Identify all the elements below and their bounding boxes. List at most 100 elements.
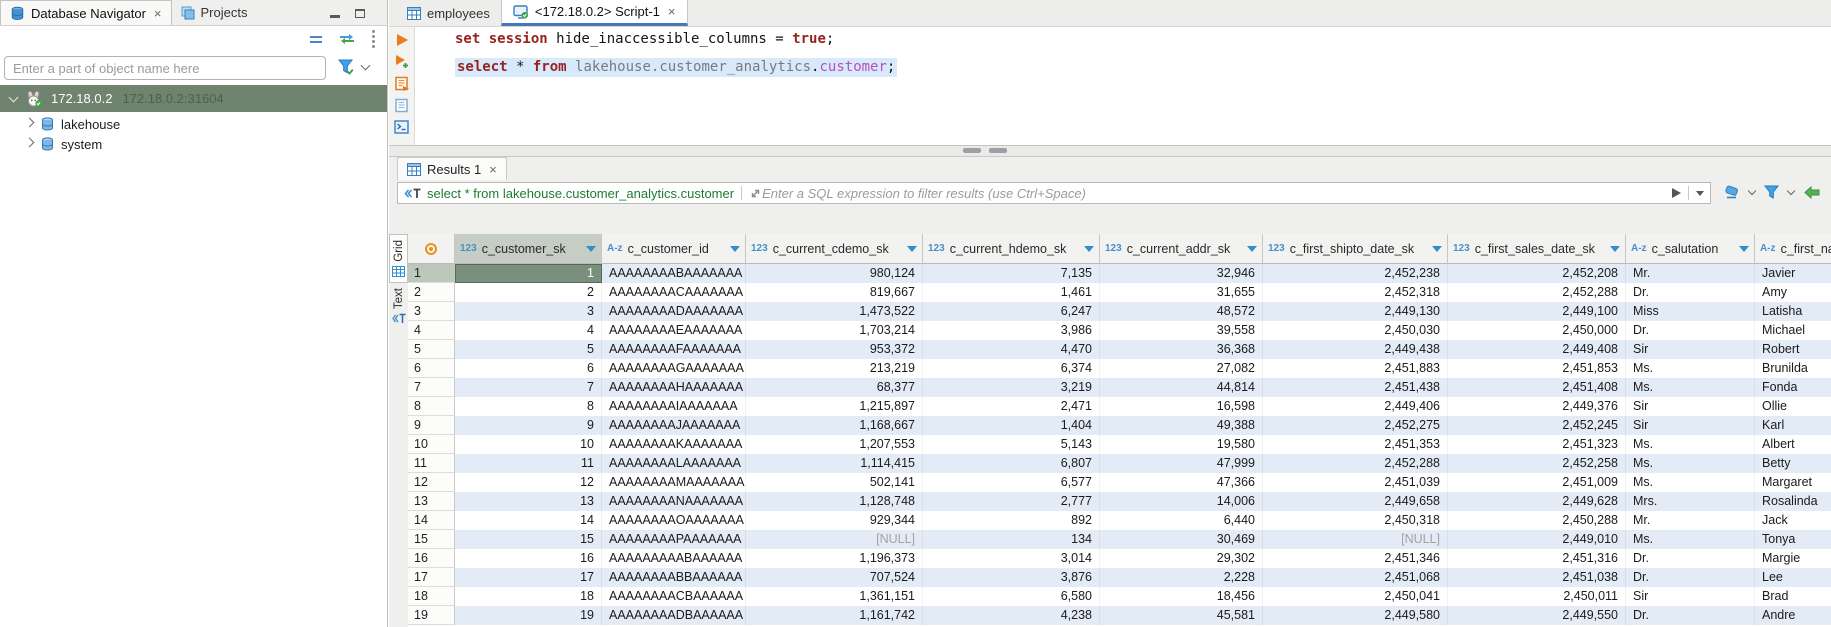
table-cell[interactable]: 1,404: [923, 416, 1100, 435]
chevron-expanded-icon[interactable]: [9, 92, 19, 102]
column-header-c_current_cdemo_sk[interactable]: 123c_current_cdemo_sk: [746, 234, 923, 264]
table-cell[interactable]: 1,207,553: [746, 435, 923, 454]
column-dropdown-icon[interactable]: [586, 246, 596, 252]
apply-filter-play-icon[interactable]: [1672, 188, 1681, 198]
table-cell[interactable]: 6,440: [1100, 511, 1263, 530]
table-cell[interactable]: Ms.: [1626, 530, 1755, 549]
table-cell[interactable]: 3,014: [923, 549, 1100, 568]
table-cell[interactable]: 1,168,667: [746, 416, 923, 435]
table-cell[interactable]: 27,082: [1100, 359, 1263, 378]
table-cell[interactable]: Dr.: [1626, 283, 1755, 302]
table-cell[interactable]: Ms.: [1626, 378, 1755, 397]
close-icon[interactable]: ×: [489, 162, 497, 177]
table-cell[interactable]: Lee: [1755, 568, 1831, 587]
table-cell[interactable]: 2,449,010: [1448, 530, 1626, 549]
table-cell[interactable]: AAAAAAAADBAAAAAA: [602, 606, 746, 625]
table-cell[interactable]: 2,449,628: [1448, 492, 1626, 511]
table-cell[interactable]: 4,470: [923, 340, 1100, 359]
table-cell[interactable]: Javier: [1755, 264, 1831, 283]
table-cell[interactable]: 44,814: [1100, 378, 1263, 397]
table-cell[interactable]: Brunilda: [1755, 359, 1831, 378]
table-cell[interactable]: 1,128,748: [746, 492, 923, 511]
table-cell[interactable]: 2,452,275: [1263, 416, 1448, 435]
table-cell[interactable]: 707,524: [746, 568, 923, 587]
table-cell[interactable]: Ollie: [1755, 397, 1831, 416]
row-number-cell[interactable]: 15: [408, 530, 455, 549]
table-cell[interactable]: AAAAAAAAJAAAAAAA: [602, 416, 746, 435]
table-cell[interactable]: 8: [455, 397, 602, 416]
sql-code[interactable]: set session hide_inaccessible_columns = …: [415, 27, 1831, 145]
table-cell[interactable]: [NULL]: [746, 530, 923, 549]
minimize-icon[interactable]: [330, 15, 340, 18]
table-cell[interactable]: 929,344: [746, 511, 923, 530]
table-cell[interactable]: 36,368: [1100, 340, 1263, 359]
row-number-cell[interactable]: 6: [408, 359, 455, 378]
table-cell[interactable]: 16: [455, 549, 602, 568]
row-number-cell[interactable]: 9: [408, 416, 455, 435]
table-cell[interactable]: 48,572: [1100, 302, 1263, 321]
table-cell[interactable]: 3,986: [923, 321, 1100, 340]
table-cell[interactable]: 2,451,316: [1448, 549, 1626, 568]
table-cell[interactable]: 213,219: [746, 359, 923, 378]
table-cell[interactable]: AAAAAAAAPAAAAAAA: [602, 530, 746, 549]
table-cell[interactable]: 2,452,208: [1448, 264, 1626, 283]
table-cell[interactable]: Sir: [1626, 416, 1755, 435]
table-cell[interactable]: 5: [455, 340, 602, 359]
row-number-cell[interactable]: 10: [408, 435, 455, 454]
row-number-cell[interactable]: 18: [408, 587, 455, 606]
table-cell[interactable]: 1: [455, 264, 602, 283]
table-cell[interactable]: Mr.: [1626, 511, 1755, 530]
sql-code-line[interactable]: select * from lakehouse.customer_analyti…: [455, 59, 897, 75]
link-with-editor-icon[interactable]: [339, 33, 355, 45]
table-cell[interactable]: 5,143: [923, 435, 1100, 454]
table-cell[interactable]: Dr.: [1626, 321, 1755, 340]
table-cell[interactable]: 2,449,580: [1263, 606, 1448, 625]
table-cell[interactable]: 1,461: [923, 283, 1100, 302]
table-cell[interactable]: 6,247: [923, 302, 1100, 321]
execute-new-tab-icon[interactable]: [394, 54, 409, 69]
table-cell[interactable]: 2,450,288: [1448, 511, 1626, 530]
table-cell[interactable]: 10: [455, 435, 602, 454]
table-cell[interactable]: 1,703,214: [746, 321, 923, 340]
tab-employees[interactable]: employees: [396, 0, 501, 26]
table-cell[interactable]: Margie: [1755, 549, 1831, 568]
table-cell[interactable]: 19,580: [1100, 435, 1263, 454]
table-cell[interactable]: 2,449,376: [1448, 397, 1626, 416]
table-cell[interactable]: Sir: [1626, 397, 1755, 416]
table-cell[interactable]: 2,449,130: [1263, 302, 1448, 321]
table-cell[interactable]: Andre: [1755, 606, 1831, 625]
row-number-cell[interactable]: 16: [408, 549, 455, 568]
table-cell[interactable]: AAAAAAAADAAAAAAA: [602, 302, 746, 321]
table-cell[interactable]: 1,215,897: [746, 397, 923, 416]
column-header-c_customer_sk[interactable]: 123c_customer_sk: [455, 234, 602, 264]
table-cell[interactable]: 32,946: [1100, 264, 1263, 283]
table-cell[interactable]: 7,135: [923, 264, 1100, 283]
chevron-collapsed-icon[interactable]: [25, 118, 35, 128]
table-cell[interactable]: AAAAAAAAEAAAAAAA: [602, 321, 746, 340]
table-cell[interactable]: AAAAAAAABAAAAAAA: [602, 264, 746, 283]
close-icon[interactable]: ×: [668, 4, 676, 19]
tab-text-view[interactable]: Text: [389, 283, 408, 329]
table-cell[interactable]: 2,777: [923, 492, 1100, 511]
table-cell[interactable]: [NULL]: [1263, 530, 1448, 549]
chevron-collapsed-icon[interactable]: [25, 138, 35, 148]
row-number-cell[interactable]: 1: [408, 264, 455, 283]
table-cell[interactable]: 2,451,883: [1263, 359, 1448, 378]
table-cell[interactable]: 30,469: [1100, 530, 1263, 549]
table-cell[interactable]: 18,456: [1100, 587, 1263, 606]
table-cell[interactable]: 17: [455, 568, 602, 587]
object-filter-input[interactable]: [4, 56, 326, 80]
table-cell[interactable]: 15: [455, 530, 602, 549]
table-cell[interactable]: 2,451,068: [1263, 568, 1448, 587]
table-cell[interactable]: 2,449,438: [1263, 340, 1448, 359]
row-number-cell[interactable]: 8: [408, 397, 455, 416]
table-cell[interactable]: AAAAAAAACBAAAAAA: [602, 587, 746, 606]
table-cell[interactable]: AAAAAAAACAAAAAAA: [602, 283, 746, 302]
table-cell[interactable]: 2,452,318: [1263, 283, 1448, 302]
table-cell[interactable]: 1,161,742: [746, 606, 923, 625]
table-cell[interactable]: 29,302: [1100, 549, 1263, 568]
table-cell[interactable]: AAAAAAAANAAAAAAA: [602, 492, 746, 511]
table-cell[interactable]: 3: [455, 302, 602, 321]
table-cell[interactable]: 819,667: [746, 283, 923, 302]
row-number-cell[interactable]: 11: [408, 454, 455, 473]
